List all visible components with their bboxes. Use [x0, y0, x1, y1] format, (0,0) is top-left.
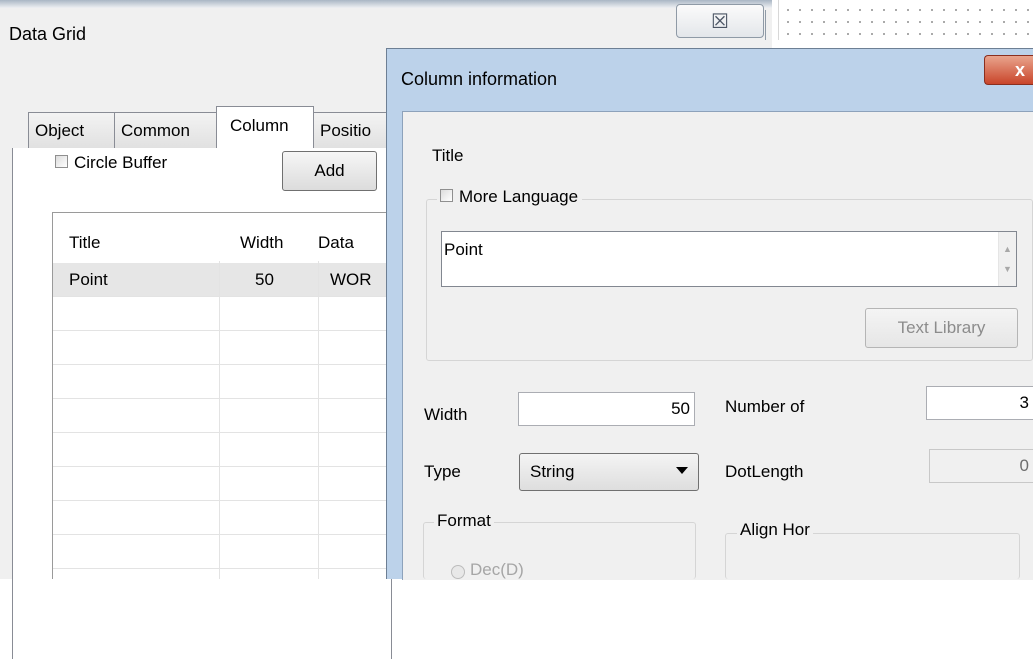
chevron-down-icon	[676, 467, 688, 474]
align-hor-label: Align Hor	[737, 520, 813, 540]
column-information-title: Column information	[401, 69, 558, 89]
table-row-empty[interactable]	[53, 331, 391, 365]
close-icon: x	[1015, 60, 1026, 80]
more-language-checkbox[interactable]	[440, 189, 453, 203]
type-select[interactable]: String	[519, 453, 699, 491]
grid-cell-width: 50	[255, 270, 274, 289]
close-button[interactable]: ☒	[676, 4, 764, 38]
grid-cell-title: Point	[69, 270, 108, 289]
title-text-input[interactable]: Point ▲ ▼	[441, 231, 1017, 287]
column-grid[interactable]: Title Width Data Point 50 WOR	[52, 212, 392, 579]
text-library-button[interactable]: Text Library	[865, 308, 1018, 348]
circle-buffer-label: Circle Buffer	[74, 153, 168, 172]
type-select-value: String	[530, 462, 575, 481]
dec-radio[interactable]	[451, 565, 465, 579]
dec-radio-label: Dec(D)	[470, 560, 524, 579]
table-row-empty[interactable]	[53, 501, 391, 535]
data-grid-window-title: Data Grid	[9, 24, 87, 44]
number-of-input[interactable]: 3	[926, 386, 1033, 420]
circle-buffer-checkbox[interactable]	[55, 155, 68, 169]
table-row-empty[interactable]	[53, 365, 391, 399]
number-of-label: Number of	[725, 397, 805, 416]
add-button[interactable]: Add	[282, 151, 377, 191]
scroll-up-icon[interactable]: ▲	[1003, 244, 1012, 254]
title-label: Title	[432, 146, 464, 165]
window-top-border	[0, 0, 772, 8]
table-row-empty[interactable]	[53, 399, 391, 433]
dot-length-input[interactable]: 0	[929, 449, 1033, 483]
tab-position[interactable]: Positio	[313, 112, 393, 148]
dot-length-label: DotLength	[725, 462, 804, 481]
grid-column-divider	[219, 261, 220, 579]
grid-header-width[interactable]: Width	[240, 233, 283, 253]
width-label: Width	[424, 405, 468, 424]
more-language-label: More Language	[459, 187, 579, 206]
table-row-empty[interactable]	[53, 433, 391, 467]
more-language-row[interactable]: More Language	[437, 187, 583, 207]
add-button-label: Add	[314, 161, 345, 180]
grid-cell-data: WOR	[330, 270, 372, 289]
circle-buffer-checkbox-row[interactable]: Circle Buffer	[55, 153, 167, 173]
grid-header-data[interactable]: Data	[318, 233, 354, 253]
window-frame-edge	[765, 10, 766, 40]
type-label: Type	[424, 462, 461, 481]
title-text-value: Point	[444, 240, 483, 259]
title-text-scrollbar[interactable]: ▲ ▼	[998, 232, 1016, 286]
width-input[interactable]: 50	[518, 392, 695, 426]
scroll-down-icon[interactable]: ▼	[1003, 264, 1012, 274]
dotted-canvas-background	[778, 0, 1033, 40]
table-row[interactable]: Point 50 WOR	[53, 263, 391, 297]
text-library-button-label: Text Library	[897, 318, 986, 337]
format-label: Format	[434, 511, 494, 531]
canvas-edge	[778, 0, 779, 40]
table-row-empty[interactable]	[53, 467, 391, 501]
tab-common[interactable]: Common	[114, 112, 217, 148]
table-row-empty[interactable]	[53, 535, 391, 569]
grid-header-row: Title Width Data	[53, 225, 391, 261]
dialog-close-button[interactable]: x	[984, 55, 1033, 85]
grid-column-divider	[318, 261, 319, 579]
close-icon: ☒	[711, 11, 729, 33]
table-row-empty[interactable]	[53, 297, 391, 331]
tab-object[interactable]: Object	[28, 112, 115, 148]
grid-header-title[interactable]: Title	[69, 233, 101, 253]
tab-column[interactable]: Column	[216, 106, 314, 148]
